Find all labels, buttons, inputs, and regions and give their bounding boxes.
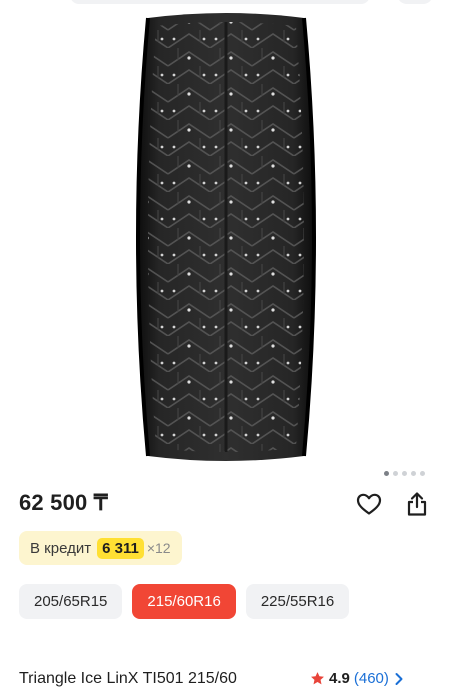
credit-offer[interactable]: В кредит 6 311 ×12 [19,531,182,565]
gallery-dot[interactable] [420,471,425,476]
product-rating[interactable]: 4.9 (460) [310,670,405,687]
credit-monthly-amount: 6 311 [97,537,144,559]
product-page: 62 500 ₸ В кредит 6 311 ×12 205/65R15 21… [0,0,451,699]
size-option[interactable]: 225/55R16 [245,584,350,619]
search-bar-edge[interactable] [70,0,370,4]
favorite-button[interactable] [355,490,383,518]
credit-label: В кредит [30,539,92,557]
gallery-dot[interactable] [411,471,416,476]
credit-term: ×12 [146,540,171,556]
gallery-dot[interactable] [393,471,398,476]
gallery-pagination [384,471,425,476]
product-image [136,13,316,461]
heart-icon [356,493,382,515]
share-button[interactable] [403,490,431,518]
chevron-right-icon [395,672,403,685]
product-price: 62 500 ₸ [19,490,108,515]
product-image-gallery[interactable] [0,8,451,468]
size-option-selected[interactable]: 215/60R16 [132,584,236,619]
share-icon [407,492,427,516]
review-count[interactable]: (460) [354,670,389,687]
size-option[interactable]: 205/65R15 [19,584,123,619]
rating-value: 4.9 [329,670,350,687]
gallery-dot[interactable] [384,471,389,476]
product-title: Triangle Ice LinX TI501 215/60 [19,670,237,687]
size-selector: 205/65R15 215/60R16 225/55R16 [19,584,350,619]
star-icon [311,672,324,685]
gallery-dot[interactable] [402,471,407,476]
header-button-edge[interactable] [397,0,433,4]
